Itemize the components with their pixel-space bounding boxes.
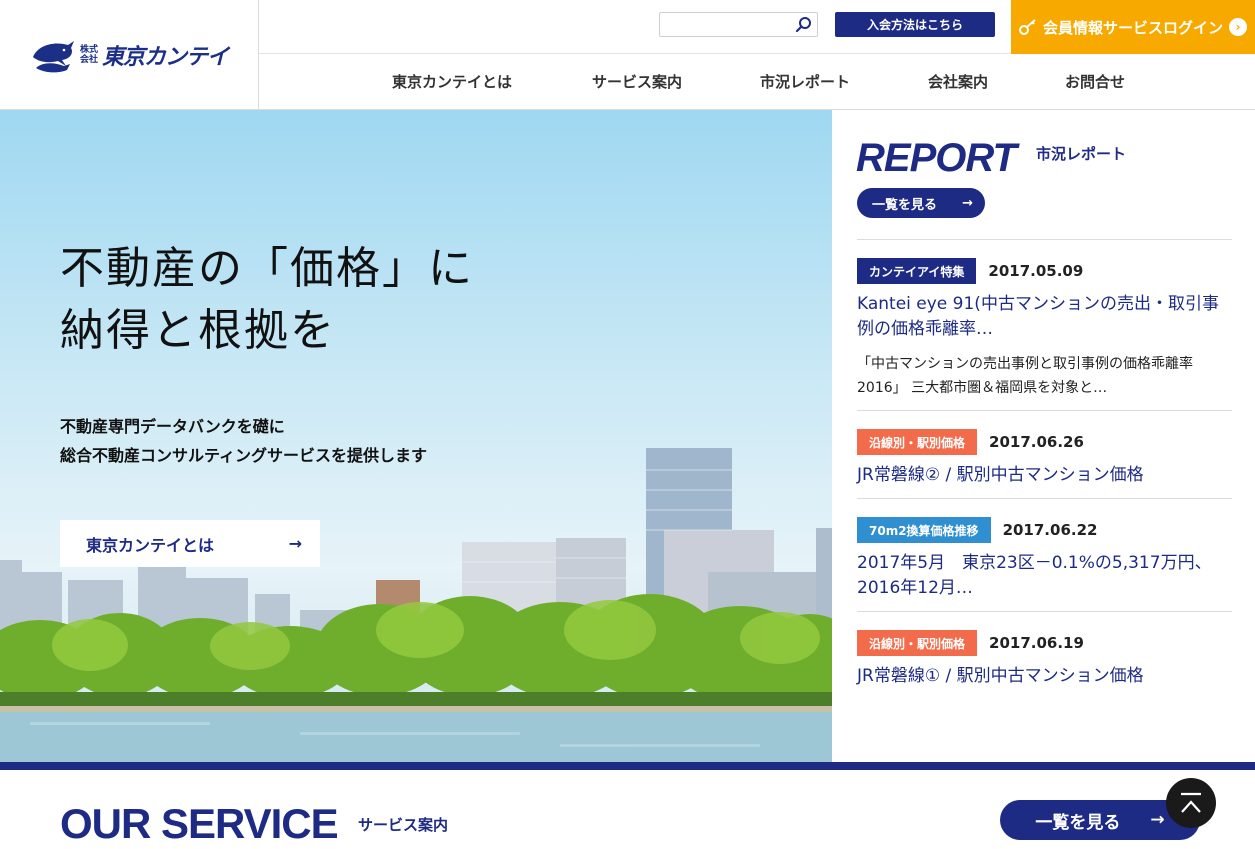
nav-item-company[interactable]: 会社案内 (928, 71, 988, 92)
report-title-link[interactable]: 2017年5月 東京23区－0.1%の5,317万円、2016年12月… (857, 551, 1232, 601)
header-topbar: 入会方法はこちら 会員情報サービスログイン › (259, 0, 1255, 54)
logo-company-type: 株式 会社 (80, 45, 98, 65)
logo-sub-line2: 会社 (79, 54, 98, 65)
back-to-top-icon (1181, 792, 1201, 813)
report-item[interactable]: 沿線別・駅別価格 2017.06.26 JR常磐線② / 駅別中古マンション価格 (857, 411, 1232, 499)
key-icon (1019, 19, 1036, 35)
hero-lead-line1: 不動産専門データバンクを礎に (60, 417, 285, 436)
report-category-tag[interactable]: 沿線別・駅別価格 (857, 429, 978, 455)
arrow-right-icon: → (288, 534, 302, 553)
report-date: 2017.05.09 (988, 262, 1084, 280)
report-date: 2017.06.22 (1002, 521, 1098, 539)
back-to-top-button[interactable] (1166, 778, 1216, 828)
hero-lead: 不動産専門データバンクを礎に 総合不動産コンサルティングサービスを提供します (60, 412, 427, 470)
report-list: カンテイアイ特集 2017.05.09 Kantei eye 91(中古マンショ… (857, 239, 1232, 699)
report-heading: REPORT 市況レポート (856, 136, 1126, 180)
dolphin-logo-icon (32, 40, 74, 72)
page: 株式 会社 東京カンテイ 入会方法はこちら 会員情報サービスログイン › 東京カ… (0, 0, 1255, 849)
section-divider (0, 762, 1255, 770)
report-title-link[interactable]: JR常磐線② / 駅別中古マンション価格 (857, 463, 1232, 488)
join-info-button[interactable]: 入会方法はこちら (835, 12, 995, 37)
arrow-right-icon: → (962, 195, 973, 211)
report-description: 「中古マンションの売出事例と取引事例の価格乖離率 2016」 三大都市圏＆福岡県… (857, 356, 1193, 396)
logo-sub-line1: 株式 (79, 44, 98, 55)
nav-item-services[interactable]: サービス案内 (592, 71, 682, 92)
report-item-meta: 70m2換算価格推移 2017.06.22 (857, 517, 1232, 543)
service-heading-en: OUR SERVICE (60, 800, 339, 847)
report-item[interactable]: カンテイアイ特集 2017.05.09 Kantei eye 91(中古マンショ… (857, 240, 1232, 411)
chevron-right-icon: › (1229, 18, 1248, 36)
report-view-all-label: 一覧を見る (872, 197, 938, 213)
site-header: 株式 会社 東京カンテイ 入会方法はこちら 会員情報サービスログイン › 東京カ… (0, 0, 1255, 110)
report-item[interactable]: 沿線別・駅別価格 2017.06.19 JR常磐線① / 駅別中古マンション価格 (857, 612, 1232, 699)
member-login-label: 会員情報サービスログイン (1043, 18, 1224, 37)
report-item[interactable]: 70m2換算価格推移 2017.06.22 2017年5月 東京23区－0.1%… (857, 499, 1232, 612)
service-heading-ja: サービス案内 (358, 816, 449, 834)
arrow-right-icon: → (1150, 810, 1165, 830)
logo-area[interactable]: 株式 会社 東京カンテイ (0, 0, 259, 109)
company-logo[interactable]: 株式 会社 東京カンテイ (30, 35, 229, 75)
report-view-all-button[interactable]: 一覧を見る → (857, 188, 985, 218)
report-heading-en: REPORT (856, 136, 1017, 180)
hero-about-label: 東京カンテイとは (86, 535, 215, 555)
logo-name: 東京カンテイ (102, 44, 229, 70)
hero-section: 不動産の「価格」に 納得と根拠を 不動産専門データバンクを礎に 総合不動産コンサ… (0, 110, 832, 762)
report-category-tag[interactable]: 70m2換算価格推移 (857, 517, 991, 543)
service-section: OUR SERVICE サービス案内 一覧を見る → (0, 770, 1255, 849)
join-info-label: 入会方法はこちら (866, 18, 963, 32)
global-nav: 東京カンテイとは サービス案内 市況レポート 会社案内 お問合せ (259, 54, 1255, 109)
report-item-meta: 沿線別・駅別価格 2017.06.19 (857, 630, 1232, 656)
hero-title: 不動産の「価格」に 納得と根拠を (60, 238, 474, 362)
member-login-button[interactable]: 会員情報サービスログイン › (1011, 0, 1255, 54)
report-title-link[interactable]: Kantei eye 91(中古マンションの売出・取引事例の価格乖離率… (857, 292, 1232, 342)
hero-title-line2: 納得と根拠を (60, 305, 336, 356)
report-date: 2017.06.19 (989, 634, 1084, 652)
report-title-link[interactable]: JR常磐線① / 駅別中古マンション価格 (857, 664, 1232, 689)
search-icon[interactable] (795, 16, 813, 34)
hero-about-button[interactable]: 東京カンテイとは → (60, 520, 320, 567)
hero-title-line1: 不動産の「価格」に (60, 243, 474, 294)
report-item-meta: カンテイアイ特集 2017.05.09 (857, 258, 1232, 284)
nav-item-market-report[interactable]: 市況レポート (760, 71, 850, 92)
nav-item-contact[interactable]: お問合せ (1065, 71, 1125, 92)
report-date: 2017.06.26 (989, 433, 1084, 451)
service-view-all-label: 一覧を見る (1035, 812, 1121, 833)
report-category-tag[interactable]: 沿線別・駅別価格 (857, 630, 978, 656)
report-panel: REPORT 市況レポート 一覧を見る → カンテイアイ特集 2017.05.0… (832, 110, 1255, 762)
search-input[interactable] (660, 13, 790, 36)
hero-lead-line2: 総合不動産コンサルティングサービスを提供します (60, 446, 428, 465)
report-heading-ja: 市況レポート (1035, 145, 1126, 163)
nav-item-about[interactable]: 東京カンテイとは (392, 71, 512, 92)
search-box (659, 12, 818, 37)
report-item-meta: 沿線別・駅別価格 2017.06.26 (857, 429, 1232, 455)
report-category-tag[interactable]: カンテイアイ特集 (857, 258, 977, 284)
